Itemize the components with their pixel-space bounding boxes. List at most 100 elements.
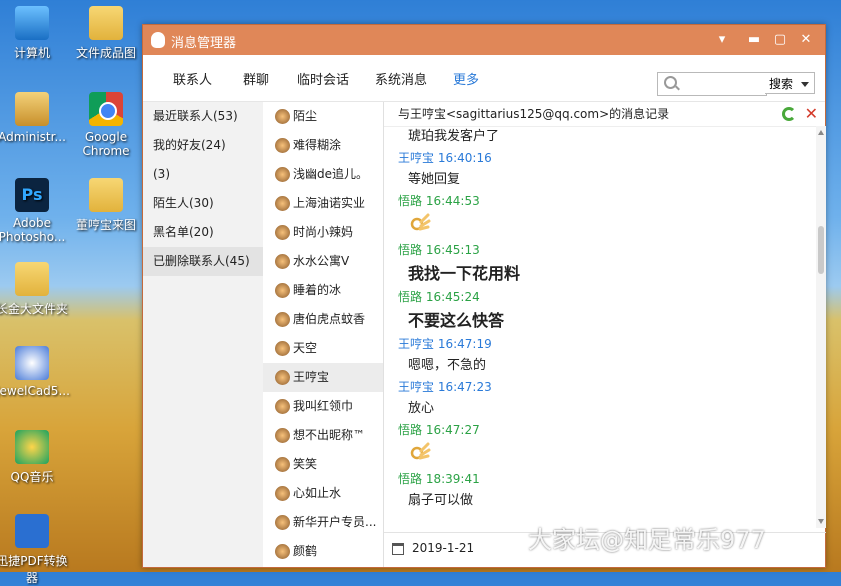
desktop-icon[interactable]: 计算机 [0, 6, 68, 61]
contact-item[interactable]: 难得糊涂 [263, 131, 383, 160]
contact-name: 陌尘 [293, 109, 318, 123]
desktop-icon[interactable]: Administr... [0, 92, 68, 144]
computer-icon [15, 6, 49, 40]
search-input[interactable] [657, 72, 767, 96]
desktop-icon-label: 迅捷PDF转换器 [0, 554, 68, 585]
category-item[interactable]: 我的好友(24) [143, 131, 263, 160]
contact-name: 想不出昵称™ [293, 428, 366, 442]
category-list: 最近联系人(53) 我的好友(24) (3) 陌生人(30) 黑名单(20) 已删除联系人… [143, 102, 263, 567]
calendar-icon[interactable] [392, 543, 404, 555]
desktop-icon[interactable]: 迅捷PDF转换器 [0, 514, 68, 586]
contact-item[interactable]: 唐伯虎点蚊香 [263, 305, 383, 334]
avatar [275, 486, 290, 501]
contact-item[interactable]: 我叫红领巾 [263, 392, 383, 421]
contact-item[interactable]: 颜鹤 [263, 537, 383, 566]
category-item[interactable]: 最近联系人(53) [143, 102, 263, 131]
avatar [275, 283, 290, 298]
contact-item[interactable]: 新华开户专员... [263, 508, 383, 537]
titlebar[interactable]: 消息管理器 ▾ ▬ ▢ ✕ [143, 25, 825, 55]
avatar [275, 312, 290, 327]
avatar [275, 109, 290, 124]
tab-group-chat[interactable]: 群聊 [243, 69, 269, 88]
scroll-up-icon[interactable] [818, 130, 824, 135]
category-item[interactable]: 陌生人(30) [143, 189, 263, 218]
refresh-icon[interactable] [782, 107, 796, 121]
desktop-icon-label: 长金大文件夹 [0, 302, 69, 316]
message-sender: 悟路 16:45:24 [398, 290, 480, 304]
toolbar: 联系人 群聊 临时会话 系统消息 更多 搜索 [143, 55, 825, 102]
dropdown-menu-icon[interactable]: ▾ [711, 30, 733, 50]
desktop-icon-label: JewelCad5... [0, 384, 70, 398]
ok-hand-icon [410, 442, 431, 460]
contact-name: 我叫红领巾 [293, 399, 354, 413]
desktop-icon[interactable]: Google Chrome [70, 92, 142, 158]
user-folder-icon [15, 92, 49, 126]
scroll-thumb[interactable] [818, 226, 824, 274]
contact-item[interactable]: 想不出昵称™ [263, 421, 383, 450]
tab-temp-session[interactable]: 临时会话 [297, 69, 349, 88]
message-text: 放心 [408, 401, 435, 416]
avatar [275, 457, 290, 472]
message-sender: 悟路 16:44:53 [398, 194, 480, 208]
chevron-down-icon [801, 82, 809, 87]
folder-icon [89, 178, 123, 212]
contact-item[interactable]: 睡着的冰 [263, 276, 383, 305]
contact-item[interactable]: 天空 [263, 334, 383, 363]
avatar [275, 544, 290, 559]
search-button[interactable]: 搜索 [765, 72, 815, 94]
contact-item[interactable]: 笑笑 [263, 450, 383, 479]
contact-item[interactable]: 浅幽de追儿。 [263, 160, 383, 189]
avatar [275, 370, 290, 385]
contact-item[interactable]: 水水公寓V [263, 247, 383, 276]
folder-icon [89, 6, 123, 40]
contact-item[interactable]: 陌尘 [263, 102, 383, 131]
message-text: 我找一下花用料 [408, 264, 521, 283]
avatar [275, 515, 290, 530]
desktop-icon[interactable]: QQ音乐 [0, 430, 68, 485]
category-item[interactable]: (3) [143, 160, 263, 189]
message-sender: 王哼宝 16:47:19 [398, 337, 492, 351]
desktop-icon-label: 董哼宝来图 [75, 218, 136, 232]
desktop-icon[interactable]: 文件成品图 [70, 6, 142, 61]
minimize-icon[interactable]: ▬ [743, 30, 765, 50]
message-sender: 悟路 16:45:13 [398, 243, 480, 257]
pdf-icon [15, 514, 49, 548]
contact-item[interactable]: 心如止水 [263, 479, 383, 508]
desktop-icon[interactable]: Ps Adobe Photosho... [0, 178, 68, 244]
message-scrollbar[interactable] [816, 126, 826, 528]
contact-item[interactable]: 上海油诺实业 [263, 189, 383, 218]
message-text: 琥珀我发客户了 [408, 129, 500, 144]
message-sender: 悟路 16:47:27 [398, 423, 480, 437]
search-icon [664, 76, 677, 89]
ok-hand-icon [410, 213, 431, 231]
contact-item[interactable]: 时尚小辣妈 [263, 218, 383, 247]
category-item[interactable]: 已删除联系人(45) [143, 247, 263, 276]
watermark: 大家坛@知足常乐977 [528, 526, 766, 554]
chrome-icon [89, 92, 123, 126]
message-text: 嗯嗯，不急的 [408, 358, 487, 373]
window-title: 消息管理器 [171, 36, 237, 51]
close-icon[interactable]: ✕ [795, 30, 817, 50]
desktop-icon-label: Administr... [0, 130, 66, 144]
tab-more[interactable]: 更多 [453, 69, 479, 88]
chat-header: 与王哼宝<sagittarius125@qq.com>的消息记录 ✕ [384, 102, 826, 127]
qq-music-icon [15, 430, 49, 464]
tab-system-messages[interactable]: 系统消息 [375, 69, 427, 88]
date-text[interactable]: 2019-1-21 [412, 541, 474, 555]
desktop-icon[interactable]: 董哼宝来图 [70, 178, 142, 233]
delete-icon[interactable]: ✕ [805, 105, 818, 123]
scroll-down-icon[interactable] [818, 519, 824, 524]
contact-name: 水水公寓V [293, 254, 350, 268]
desktop-icon[interactable]: 长金大文件夹 [0, 262, 68, 317]
category-item[interactable]: 黑名单(20) [143, 218, 263, 247]
message-sender: 悟路 18:39:41 [398, 472, 480, 486]
tab-contacts[interactable]: 联系人 [173, 69, 212, 88]
maximize-icon[interactable]: ▢ [769, 30, 791, 50]
message-text: 等她回复 [408, 172, 461, 187]
contact-item[interactable]: 王哼宝 [263, 363, 383, 392]
desktop-icon-label: Google Chrome [82, 130, 130, 158]
desktop-icon-label: 计算机 [13, 46, 50, 60]
message-emoji [384, 212, 816, 240]
message-list: 琥珀我发客户了 王哼宝 16:40:16 等她回复 悟路 16:44:53 悟路 16:… [384, 126, 816, 528]
desktop-icon[interactable]: JewelCad5... [0, 346, 70, 398]
